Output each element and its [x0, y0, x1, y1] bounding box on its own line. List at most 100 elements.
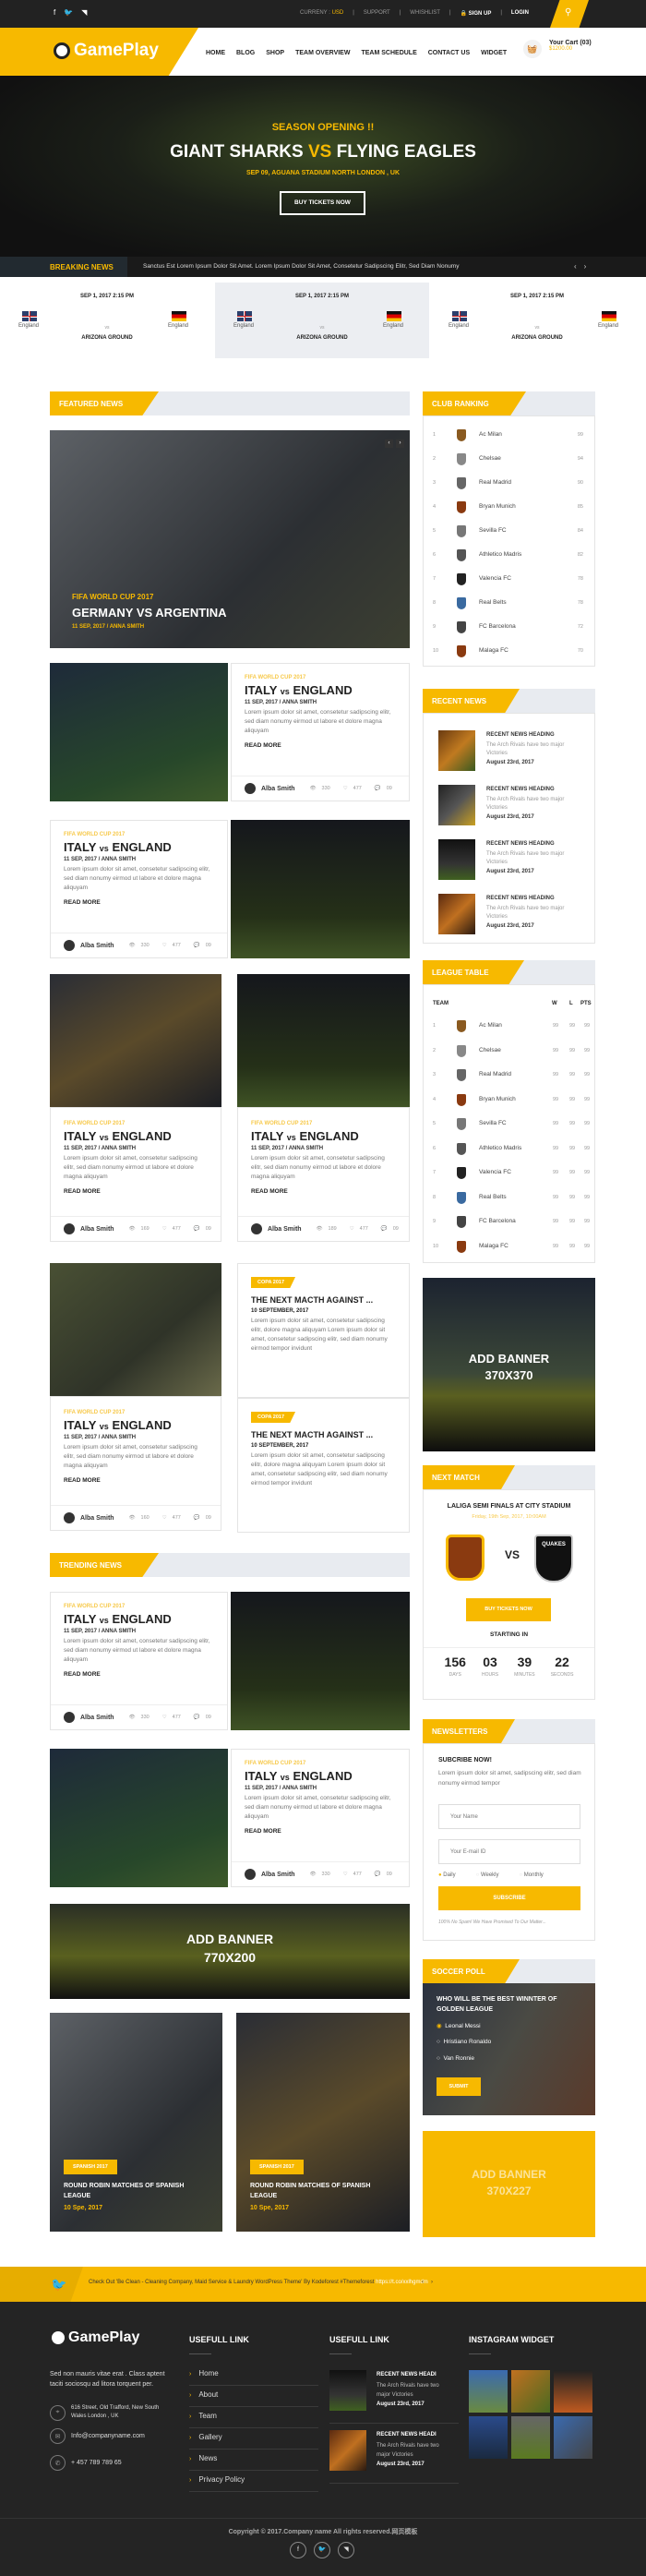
login-link[interactable]: LOGIN: [511, 10, 529, 17]
footer-news-item[interactable]: RECENT NEWS HEADI The Arch Rivals have tw…: [329, 2368, 459, 2424]
news-heading[interactable]: RECENT NEWS HEADI: [377, 2432, 437, 2438]
heart-icon[interactable]: ♡: [343, 786, 348, 791]
post-author[interactable]: Alba Smith: [80, 943, 114, 949]
poll-option[interactable]: ○ Hristiano Ronaldo: [437, 2039, 491, 2045]
recent-news-item[interactable]: RECENT NEWS HEADING The Arch Rivals have …: [438, 785, 586, 829]
tweet-link[interactable]: https://t.co/xxlhgmdm: [376, 2280, 428, 2285]
league-row[interactable]: 4 Bryan Munich 99 99 99: [424, 1089, 596, 1113]
instagram-thumbnail[interactable]: [511, 2416, 550, 2459]
logo[interactable]: GamePlay: [54, 41, 159, 61]
slider-prev-icon[interactable]: ‹: [385, 439, 393, 448]
nav-contact-us[interactable]: CONTACT US: [428, 50, 470, 56]
comment-icon[interactable]: 💬: [381, 1226, 388, 1232]
radio-weekly[interactable]: ○ Weekly: [476, 1872, 499, 1878]
comment-icon[interactable]: 💬: [375, 1872, 381, 1877]
instagram-thumbnail[interactable]: [469, 2416, 508, 2459]
post-author[interactable]: Alba Smith: [268, 1226, 302, 1233]
comment-icon[interactable]: 💬: [375, 786, 381, 791]
spanish-title[interactable]: ROUND ROBIN MATCHES OF SPANISH LEAGUE: [64, 2181, 211, 2201]
next-icon[interactable]: ›: [431, 2280, 440, 2285]
ranking-row[interactable]: 8 Real Belts 78: [424, 592, 596, 616]
comment-icon[interactable]: 💬: [194, 1226, 200, 1232]
recent-news-item[interactable]: RECENT NEWS HEADING The Arch Rivals have …: [438, 730, 586, 775]
support-link[interactable]: SUPPORT: [364, 10, 390, 17]
league-row[interactable]: 10 Malaga FC 99 99 99: [424, 1235, 596, 1259]
currency-select[interactable]: USD: [332, 10, 344, 16]
read-more-link[interactable]: READ MORE: [64, 1477, 208, 1484]
cart[interactable]: 🧺 Your Cart (03) $1200.00: [523, 40, 592, 58]
copa-title[interactable]: THE NEXT MACTH AGAINST ...: [251, 1295, 396, 1305]
read-more-link[interactable]: READ MORE: [64, 1188, 208, 1195]
heart-icon[interactable]: ♡: [350, 1226, 354, 1232]
fixture-card[interactable]: SEP 1, 2017 2:15 PM England vs England A…: [0, 283, 214, 358]
ad-banner-small[interactable]: ADD BANNER 370X227: [423, 2131, 595, 2237]
footer-logo[interactable]: GamePlay: [52, 2329, 139, 2346]
news-thumbnail[interactable]: [438, 894, 475, 934]
nav-home[interactable]: HOME: [206, 50, 225, 56]
buy-tickets-button[interactable]: BUY TICKETS NOW: [466, 1598, 551, 1621]
next-icon[interactable]: ›: [584, 262, 594, 271]
footer-link[interactable]: › News: [189, 2450, 318, 2471]
ranking-row[interactable]: 10 Malaga FC 70: [424, 640, 596, 664]
post-author[interactable]: Alba Smith: [261, 786, 295, 792]
read-more-link[interactable]: READ MORE: [245, 1828, 396, 1835]
post-title[interactable]: ITALY vs ENGLAND: [64, 1129, 208, 1143]
ranking-row[interactable]: 2 Chelsae 94: [424, 448, 596, 472]
poll-option[interactable]: ◉ Leonal Messi: [437, 2022, 481, 2029]
post-title[interactable]: ITALY vs ENGLAND: [64, 1418, 208, 1432]
read-more-link[interactable]: READ MORE: [251, 1188, 396, 1195]
heart-icon[interactable]: ♡: [343, 1872, 348, 1877]
news-heading[interactable]: RECENT NEWS HEADING: [486, 787, 555, 792]
instagram-thumbnail[interactable]: [554, 2416, 592, 2459]
featured-slide[interactable]: ‹ › FIFA WORLD CUP 2017 GERMANY VS ARGENT…: [50, 430, 410, 648]
league-row[interactable]: 3 Real Madrid 99 99 99: [424, 1064, 596, 1088]
featured-title[interactable]: GERMANY VS ARGENTINA: [72, 606, 227, 620]
league-row[interactable]: 9 FC Barcelona 99 99 99: [424, 1210, 596, 1234]
submit-button[interactable]: SUBMIT: [437, 2077, 481, 2096]
instagram-thumbnail[interactable]: [511, 2370, 550, 2413]
post-image[interactable]: [50, 663, 228, 801]
radio-monthly[interactable]: ○ Monthly: [520, 1872, 544, 1878]
post-author[interactable]: Alba Smith: [80, 1515, 114, 1522]
nav-shop[interactable]: SHOP: [266, 50, 284, 56]
subscribe-button[interactable]: SUBSCRIBE: [438, 1886, 580, 1910]
ranking-row[interactable]: 4 Bryan Munich 85: [424, 496, 596, 520]
footer-link[interactable]: › Gallery: [189, 2428, 318, 2450]
post-image[interactable]: [50, 1749, 228, 1887]
twitter-icon[interactable]: 🐦: [64, 8, 73, 17]
ad-banner-square[interactable]: ADD BANNER 370X370: [423, 1278, 595, 1451]
spanish-title[interactable]: ROUND ROBIN MATCHES OF SPANISH LEAGUE: [250, 2181, 398, 2201]
ranking-row[interactable]: 1 Ac Milan 99: [424, 424, 596, 448]
recent-news-item[interactable]: RECENT NEWS HEADING The Arch Rivals have …: [438, 894, 586, 938]
news-heading[interactable]: RECENT NEWS HEADING: [486, 732, 555, 738]
poll-option[interactable]: ○ Van Ronnie: [437, 2055, 474, 2062]
buy-tickets-button[interactable]: BUY TICKETS NOW: [280, 191, 365, 215]
heart-icon[interactable]: ♡: [162, 943, 167, 948]
heart-icon[interactable]: ♡: [162, 1226, 167, 1232]
ranking-row[interactable]: 3 Real Madrid 90: [424, 472, 596, 496]
read-more-link[interactable]: READ MORE: [64, 1671, 214, 1678]
comment-icon[interactable]: 💬: [194, 1515, 200, 1521]
facebook-icon[interactable]: f: [290, 2542, 306, 2558]
read-more-link[interactable]: READ MORE: [64, 899, 214, 906]
footer-news-item[interactable]: RECENT NEWS HEADI The Arch Rivals have tw…: [329, 2428, 459, 2484]
post-title[interactable]: ITALY vs ENGLAND: [245, 1769, 396, 1783]
recent-news-item[interactable]: RECENT NEWS HEADING The Arch Rivals have …: [438, 839, 586, 884]
footer-link[interactable]: › About: [189, 2386, 318, 2407]
heart-icon[interactable]: ♡: [162, 1715, 167, 1720]
post-image[interactable]: [50, 1263, 221, 1396]
instagram-thumbnail[interactable]: [554, 2370, 592, 2413]
post-title[interactable]: ITALY vs ENGLAND: [64, 840, 214, 854]
radio-daily[interactable]: ● Daily: [438, 1872, 456, 1878]
league-row[interactable]: 6 Athletico Madris 99 99 99: [424, 1138, 596, 1162]
post-image[interactable]: [231, 820, 410, 958]
footer-link[interactable]: › Team: [189, 2407, 318, 2428]
league-row[interactable]: 5 Sevilla FC 99 99 99: [424, 1113, 596, 1137]
ranking-row[interactable]: 5 Sevilla FC 84: [424, 520, 596, 544]
comment-icon[interactable]: 💬: [194, 943, 200, 948]
news-thumbnail[interactable]: [438, 839, 475, 880]
footer-email[interactable]: ✉ Info@companyname.com: [50, 2428, 145, 2444]
copa-title[interactable]: THE NEXT MACTH AGAINST ...: [251, 1430, 396, 1439]
slider-next-icon[interactable]: ›: [396, 439, 404, 448]
news-heading[interactable]: RECENT NEWS HEADING: [486, 841, 555, 847]
